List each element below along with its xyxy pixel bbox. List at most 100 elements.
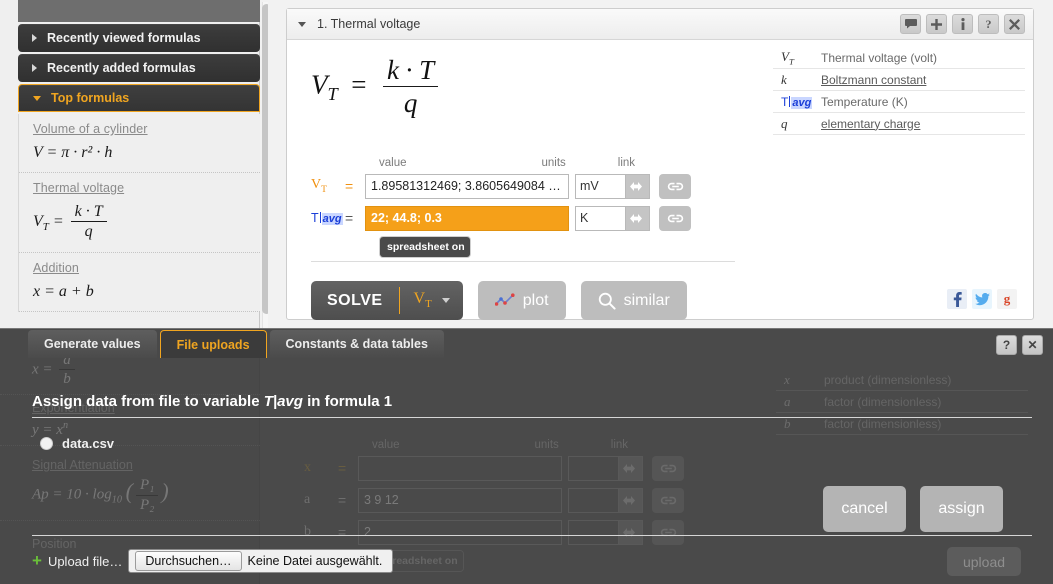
close-icon[interactable] [1004, 14, 1025, 34]
add-icon[interactable]: + [32, 551, 42, 571]
spreadsheet-on-option[interactable]: spreadsheet on [380, 237, 470, 257]
action-buttons: SOLVE VT plot similar [311, 281, 687, 320]
variable-description: Thermal voltage (volt) [821, 50, 938, 65]
cancel-button[interactable]: cancel [823, 486, 906, 532]
variable-description: product (dimensionless) [824, 372, 952, 387]
solve-variable-selector[interactable]: VT [400, 290, 442, 310]
equals-sign: = [338, 492, 347, 508]
row-variable-symbol-editable[interactable]: Tavg [311, 211, 345, 225]
units-input-vt[interactable] [575, 173, 625, 199]
sidebar-formula-list: Volume of a cylinder V = π · r² · h Ther… [18, 114, 260, 312]
variable-description: Temperature (K) [821, 94, 908, 109]
sidebar-accordion-recently-viewed[interactable]: Recently viewed formulas [18, 24, 260, 52]
sidebar-accordion-top-formulas[interactable]: Top formulas [18, 84, 260, 112]
value-input-vt[interactable] [365, 173, 569, 199]
file-input[interactable]: Durchsuchen… Keine Datei ausgewählt. [128, 549, 394, 573]
list-item[interactable]: Addition x = a + b [19, 252, 260, 312]
chevron-right-icon [32, 34, 37, 42]
app-root: Recently viewed formulas Recently added … [0, 0, 1053, 584]
social-share: g [947, 289, 1017, 309]
text-cursor [319, 212, 321, 223]
link-button-x [652, 455, 684, 481]
variable-description: factor (dimensionless) [824, 416, 942, 431]
column-header-link: link [610, 439, 629, 451]
sidebar-accordion-recently-added[interactable]: Recently added formulas [18, 54, 260, 82]
overlay-heading-suffix: in formula 1 [302, 393, 393, 410]
tab-file-uploads[interactable]: File uploads [159, 330, 267, 358]
plot-button-label: plot [522, 291, 549, 309]
twitter-share-icon[interactable] [972, 289, 992, 309]
file-name-label: data.csv [62, 436, 115, 451]
overlay-heading: Assign data from file to variable T|avg … [32, 393, 392, 410]
variable-symbol: a [784, 393, 791, 409]
equals-sign: = [338, 524, 347, 540]
solve-button-group[interactable]: SOLVE VT [311, 281, 463, 320]
formula-card-header: 1. Thermal voltage ? [287, 9, 1033, 40]
similar-button[interactable]: similar [580, 281, 687, 320]
chevron-down-icon[interactable] [441, 298, 450, 303]
comment-icon[interactable] [900, 14, 921, 34]
list-item[interactable]: Thermal voltage VT = k · T q [19, 173, 260, 253]
list-item[interactable]: Volume of a cylinder V = π · r² · h [19, 114, 260, 173]
variable-symbol-editable[interactable]: Tavg [773, 94, 821, 110]
table-row: a factor (dimensionless) [776, 391, 1028, 413]
chevron-down-icon[interactable] [298, 21, 306, 27]
divider [32, 535, 1032, 536]
value-input-grid: value units link VT = 1.89581312469; 3.8… [311, 157, 731, 258]
units-swap-icon [618, 455, 643, 481]
overlay-window-controls: ? ✕ [996, 335, 1043, 355]
tab-constants-data-tables[interactable]: Constants & data tables [269, 330, 444, 358]
plot-button[interactable]: plot [477, 281, 566, 320]
units-input-tavg[interactable] [575, 205, 625, 231]
variable-description-link[interactable]: elementary charge [821, 117, 920, 131]
add-icon[interactable] [926, 14, 947, 34]
column-header-value: value [372, 439, 400, 451]
sidebar-formula-title[interactable]: Volume of a cylinder [33, 122, 260, 136]
column-header-units: units [541, 157, 566, 169]
overlay-tabs: Generate values File uploads Constants &… [28, 328, 447, 358]
table-row: q elementary charge [773, 113, 1025, 135]
upload-file-row: + Upload file… Durchsuchen… Keine Datei … [32, 549, 394, 573]
help-icon[interactable]: ? [996, 335, 1017, 355]
tab-label: Constants & data tables [285, 337, 428, 351]
assign-button[interactable]: assign [920, 486, 1003, 532]
link-button-tavg[interactable] [659, 205, 691, 231]
search-icon [598, 292, 616, 310]
list-item[interactable]: data.csv [40, 436, 114, 451]
sidebar-formula-title[interactable]: Thermal voltage [33, 181, 260, 195]
variable-description-link[interactable]: Boltzmann constant [821, 73, 926, 87]
browse-button[interactable]: Durchsuchen… [135, 551, 242, 571]
table-row: Tavg = [311, 204, 731, 232]
chevron-down-icon [33, 95, 41, 101]
units-swap-icon [618, 487, 643, 513]
value-input-x [358, 455, 562, 481]
link-button-vt[interactable] [659, 173, 691, 199]
upload-button[interactable]: upload [947, 547, 1021, 576]
close-icon[interactable]: ✕ [1022, 335, 1043, 355]
info-icon[interactable] [952, 14, 973, 34]
units-swap-icon[interactable] [625, 205, 650, 231]
googleplus-share-icon[interactable]: g [997, 289, 1017, 309]
solve-button[interactable]: SOLVE [311, 292, 399, 310]
sidebar-top-spacer [18, 0, 260, 22]
overlay-heading-variable: T|avg [263, 393, 303, 410]
file-radio-button[interactable] [40, 437, 53, 450]
sidebar-formula-expression: x = a + b [33, 282, 94, 300]
column-header-link: link [617, 157, 636, 169]
units-swap-icon[interactable] [625, 173, 650, 199]
link-button-a [652, 487, 684, 513]
table-row: VT = [311, 172, 731, 200]
tab-generate-values[interactable]: Generate values [28, 330, 157, 358]
column-header-units: units [534, 439, 559, 451]
sidebar-formula-title[interactable]: Addition [33, 261, 260, 275]
table-row: x product (dimensionless) [776, 369, 1028, 391]
facebook-share-icon[interactable] [947, 289, 967, 309]
value-input-tavg[interactable] [365, 205, 569, 231]
formula-card-toolbar: ? [900, 14, 1025, 34]
help-icon[interactable]: ? [978, 14, 999, 34]
equals-sign: = [338, 460, 347, 476]
variable-symbol: x [784, 371, 790, 387]
tab-label: Generate values [44, 337, 141, 351]
column-headers: value units link [311, 157, 731, 169]
spreadsheet-toggle[interactable]: spreadsheet on ✓ off [379, 236, 471, 258]
